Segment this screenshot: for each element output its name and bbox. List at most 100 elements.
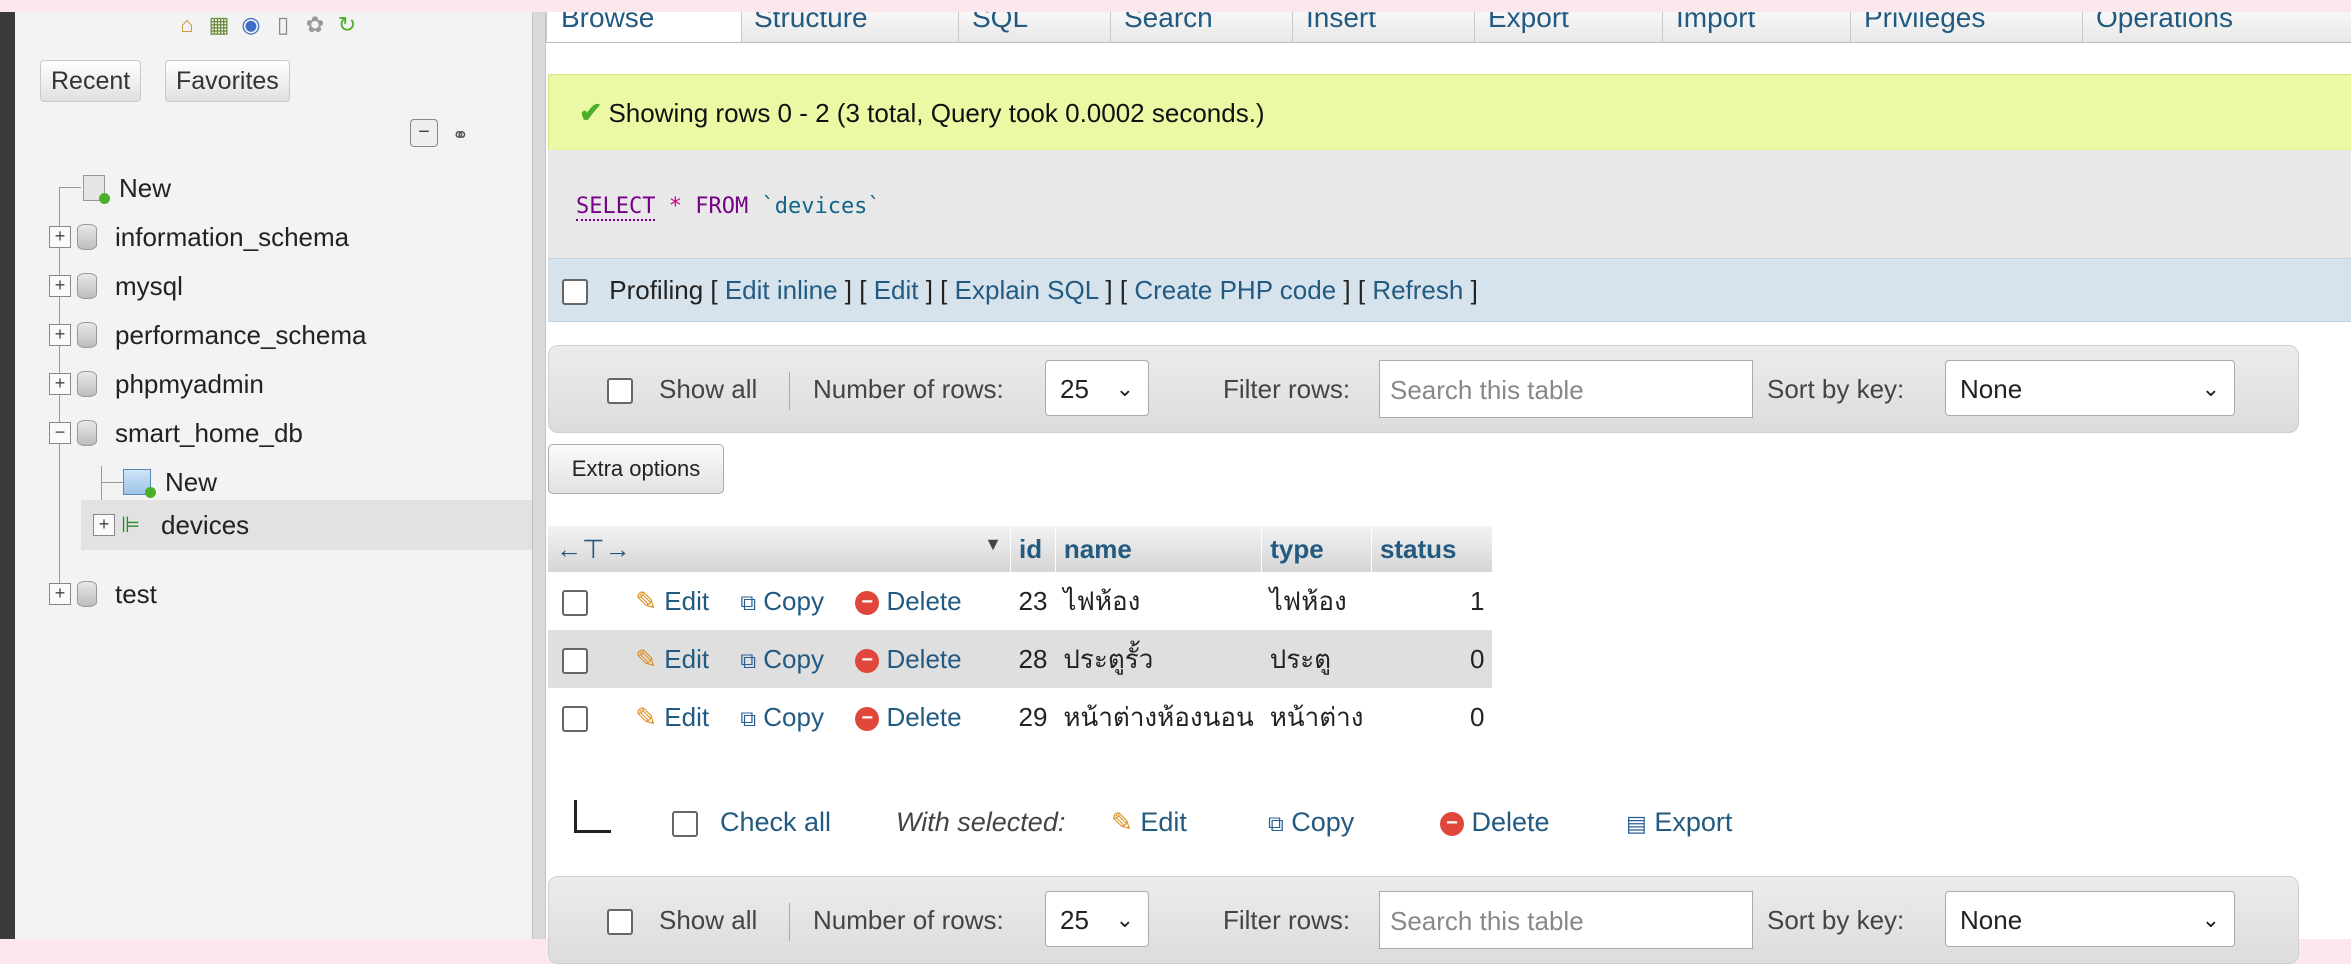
documentation-icon[interactable]: ▯ [269, 12, 297, 38]
edit-link[interactable]: Edit [874, 275, 919, 305]
row-delete-link[interactable]: − Delete [855, 644, 962, 674]
filter-rows-input[interactable]: Search this table [1379, 891, 1753, 949]
bulk-copy-button[interactable]: ⧉ Copy [1268, 796, 1354, 848]
row-checkbox[interactable] [562, 647, 588, 674]
row-edit-link[interactable]: ✎ Edit [635, 586, 709, 616]
bulk-edit-button[interactable]: ✎ Edit [1111, 796, 1187, 848]
tree-item-new-table[interactable]: New [123, 462, 217, 502]
row-delete-link[interactable]: − Delete [855, 586, 962, 616]
expand-icon[interactable]: + [93, 514, 115, 536]
collapse-all-icon[interactable]: − [410, 119, 438, 147]
row-checkbox[interactable] [562, 705, 588, 732]
check-all-link[interactable]: Check all [720, 796, 831, 848]
collapse-icon[interactable]: − [49, 422, 71, 444]
column-controls[interactable]: ←⊤→ ▼ [548, 526, 1011, 572]
logout-icon[interactable]: ▦ [205, 12, 233, 38]
refresh-link[interactable]: Refresh [1372, 275, 1463, 305]
main-content: Browse Structure SQL Search Insert Expor… [546, 12, 2351, 964]
tree-item-devices[interactable]: + ⊫ devices [81, 500, 532, 550]
cell-id[interactable]: 28 [1010, 630, 1056, 688]
edit-inline-link[interactable]: Edit inline [725, 275, 838, 305]
copy-icon: ⧉ [1268, 811, 1284, 836]
expand-icon[interactable]: + [49, 373, 71, 395]
expand-icon[interactable]: + [49, 583, 71, 605]
row-copy-link[interactable]: ⧉ Copy [740, 586, 824, 616]
tree-item-phpmyadmin[interactable]: + phpmyadmin [49, 364, 264, 404]
cell-name[interactable]: หน้าต่างห้องนอน [1055, 688, 1262, 746]
success-message: ✔ Showing rows 0 - 2 (3 total, Query took… [548, 74, 2351, 152]
tab-privileges[interactable]: Privileges [1850, 12, 2083, 42]
bulk-delete-button[interactable]: − Delete [1440, 796, 1550, 848]
tab-browse[interactable]: Browse [546, 12, 742, 42]
column-header-name[interactable]: name [1055, 526, 1263, 572]
gear-icon[interactable]: ✿ [301, 12, 329, 38]
reload-icon[interactable]: ↻ [333, 12, 361, 38]
row-copy-link[interactable]: ⧉ Copy [740, 644, 824, 674]
pencil-icon: ✎ [635, 585, 658, 616]
cell-id[interactable]: 29 [1010, 688, 1056, 746]
help-icon[interactable]: ◉ [237, 12, 265, 38]
cell-name[interactable]: ไฟห้อง [1055, 572, 1262, 630]
tab-export[interactable]: Export [1474, 12, 1663, 42]
row-delete-link[interactable]: − Delete [855, 702, 962, 732]
checkmark-icon: ✔ [579, 97, 603, 128]
sort-by-key-select[interactable]: None ⌄ [1945, 360, 2235, 416]
database-icon [77, 322, 97, 348]
expand-icon[interactable]: + [49, 226, 71, 248]
cell-type[interactable]: ไฟห้อง [1261, 572, 1372, 630]
recent-button[interactable]: Recent [40, 60, 142, 102]
check-all-checkbox[interactable] [672, 796, 698, 848]
extra-options-button[interactable]: Extra options [548, 444, 724, 494]
nav-resizer[interactable] [532, 12, 546, 939]
pencil-icon: ✎ [635, 701, 658, 732]
expand-icon[interactable]: + [49, 324, 71, 346]
favorites-button[interactable]: Favorites [165, 60, 290, 102]
bulk-export-button[interactable]: ▤ Export [1626, 796, 1732, 848]
tab-sql[interactable]: SQL [958, 12, 1111, 42]
cell-status[interactable]: 0 [1371, 688, 1493, 746]
cell-status[interactable]: 1 [1371, 572, 1493, 630]
tab-operations[interactable]: Operations [2082, 12, 2351, 42]
profiling-checkbox[interactable] [562, 279, 588, 306]
number-of-rows-select[interactable]: 25 ⌄ [1045, 360, 1149, 416]
row-copy-link[interactable]: ⧉ Copy [740, 702, 824, 732]
cell-type[interactable]: ประตู [1261, 630, 1372, 688]
delete-icon: − [855, 648, 880, 673]
tab-import[interactable]: Import [1662, 12, 1851, 42]
database-icon [77, 581, 97, 607]
cell-type[interactable]: หน้าต่าง [1261, 688, 1372, 746]
cell-id[interactable]: 23 [1010, 572, 1056, 630]
new-database-icon [83, 175, 110, 204]
link-icon[interactable]: ⚭ [452, 123, 469, 148]
sql-keyword-select[interactable]: SELECT [576, 194, 656, 221]
create-php-code-link[interactable]: Create PHP code [1134, 275, 1336, 305]
home-icon[interactable]: ⌂ [173, 12, 201, 38]
column-header-status[interactable]: status [1371, 526, 1493, 572]
row-edit-link[interactable]: ✎ Edit [635, 644, 709, 674]
show-all-checkbox[interactable] [607, 877, 633, 963]
column-header-id[interactable]: id [1010, 526, 1056, 572]
tab-search[interactable]: Search [1110, 12, 1293, 42]
dropdown-icon[interactable]: ▼ [984, 534, 1002, 555]
window-edge [0, 12, 15, 939]
tree-item-mysql[interactable]: + mysql [49, 266, 183, 306]
explain-sql-link[interactable]: Explain SQL [955, 275, 1099, 305]
sort-by-key-label: Sort by key: [1767, 374, 1905, 404]
row-checkbox[interactable] [562, 589, 588, 616]
tab-structure[interactable]: Structure [740, 12, 959, 42]
tree-item-test[interactable]: + test [49, 574, 157, 614]
tree-item-information-schema[interactable]: + information_schema [49, 217, 349, 257]
tree-item-performance-schema[interactable]: + performance_schema [49, 315, 366, 355]
rows-navigation-bottom: Show all Number of rows: 25 ⌄ Filter rows… [548, 876, 2299, 964]
tree-item-new[interactable]: New [59, 168, 171, 208]
cell-name[interactable]: ประตูรั้ว [1055, 630, 1262, 688]
column-header-type[interactable]: type [1261, 526, 1372, 572]
row-edit-link[interactable]: ✎ Edit [635, 702, 709, 732]
expand-icon[interactable]: + [49, 275, 71, 297]
tree-item-smart-home-db[interactable]: − smart_home_db [49, 413, 303, 453]
cell-status[interactable]: 0 [1371, 630, 1493, 688]
show-all-checkbox[interactable] [607, 346, 633, 432]
tab-insert[interactable]: Insert [1292, 12, 1475, 42]
filter-rows-input[interactable]: Search this table [1379, 360, 1753, 418]
column-arrows-icon[interactable]: ←⊤→ [556, 534, 631, 564]
